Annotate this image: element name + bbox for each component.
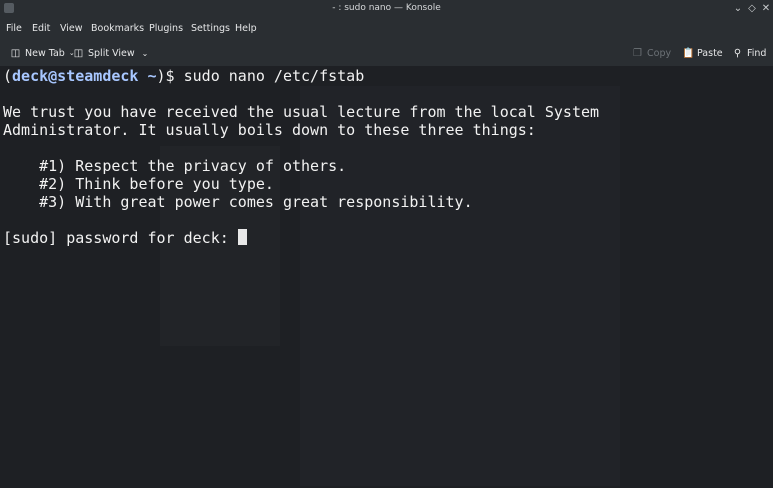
rule-line-3: #3) With great power comes great respons… [3,193,473,211]
text-cursor [237,229,247,245]
prompt-open: ( [3,67,13,85]
find-button[interactable]: ⚲ Find [732,46,767,60]
new-tab-label: New Tab [25,47,65,59]
prompt-path: ~ [138,67,157,85]
lecture-line-1: We trust you have received the usual lec… [3,103,600,121]
menu-edit[interactable]: Edit [32,23,50,34]
prompt-user: deck@steamdeck [12,67,139,85]
paste-button[interactable]: 📋 Paste [682,46,723,60]
password-line: [sudo] password for deck: [3,229,247,247]
copy-icon: ❐ [633,47,642,59]
menu-bar: File Edit View Bookmarks Plugins Setting… [0,18,773,40]
search-icon: ⚲ [733,47,742,59]
chevron-down-icon: ⌄ [141,48,149,58]
prompt-close: )$ [156,67,184,85]
split-view-icon: ◫ [73,47,84,59]
lecture-line-2: Administrator. It usually boils down to … [3,121,536,139]
close-icon[interactable]: ✕ [759,2,773,16]
copy-button[interactable]: ❐ Copy [632,46,671,60]
menu-plugins[interactable]: Plugins [149,23,183,34]
split-view-button[interactable]: ◫ Split View ⌄ [73,46,149,60]
rule-line-2: #2) Think before you type. [3,175,274,193]
menu-file[interactable]: File [6,23,22,34]
toolbar: ◫ New Tab ⌄ ◫ Split View ⌄ ❐ Copy 📋 Past… [0,40,773,67]
menu-bookmarks[interactable]: Bookmarks [91,23,144,34]
title-bar: - : sudo nano — Konsole ⌄ ◇ ✕ [0,0,773,18]
menu-help[interactable]: Help [235,23,257,34]
command-line: (deck@steamdeck ~)$ sudo nano /etc/fstab [3,67,364,85]
window-title: - : sudo nano — Konsole [332,3,441,13]
paste-icon: 📋 [682,47,695,59]
background-window-shadow [300,86,620,486]
password-prompt: [sudo] password for deck: [3,229,238,247]
copy-label: Copy [647,47,672,59]
command-text: sudo nano /etc/fstab [183,67,365,85]
paste-label: Paste [697,47,723,59]
maximize-icon[interactable]: ◇ [745,2,759,16]
new-tab-button[interactable]: ◫ New Tab ⌄ [10,46,75,60]
terminal-view[interactable]: (deck@steamdeck ~)$ sudo nano /etc/fstab… [0,66,773,488]
find-label: Find [747,47,767,59]
split-view-label: Split View [88,47,135,59]
new-tab-icon: ◫ [10,47,21,59]
minimize-icon[interactable]: ⌄ [731,2,745,16]
menu-settings[interactable]: Settings [191,23,230,34]
menu-view[interactable]: View [60,23,83,34]
rule-line-1: #1) Respect the privacy of others. [3,157,347,175]
